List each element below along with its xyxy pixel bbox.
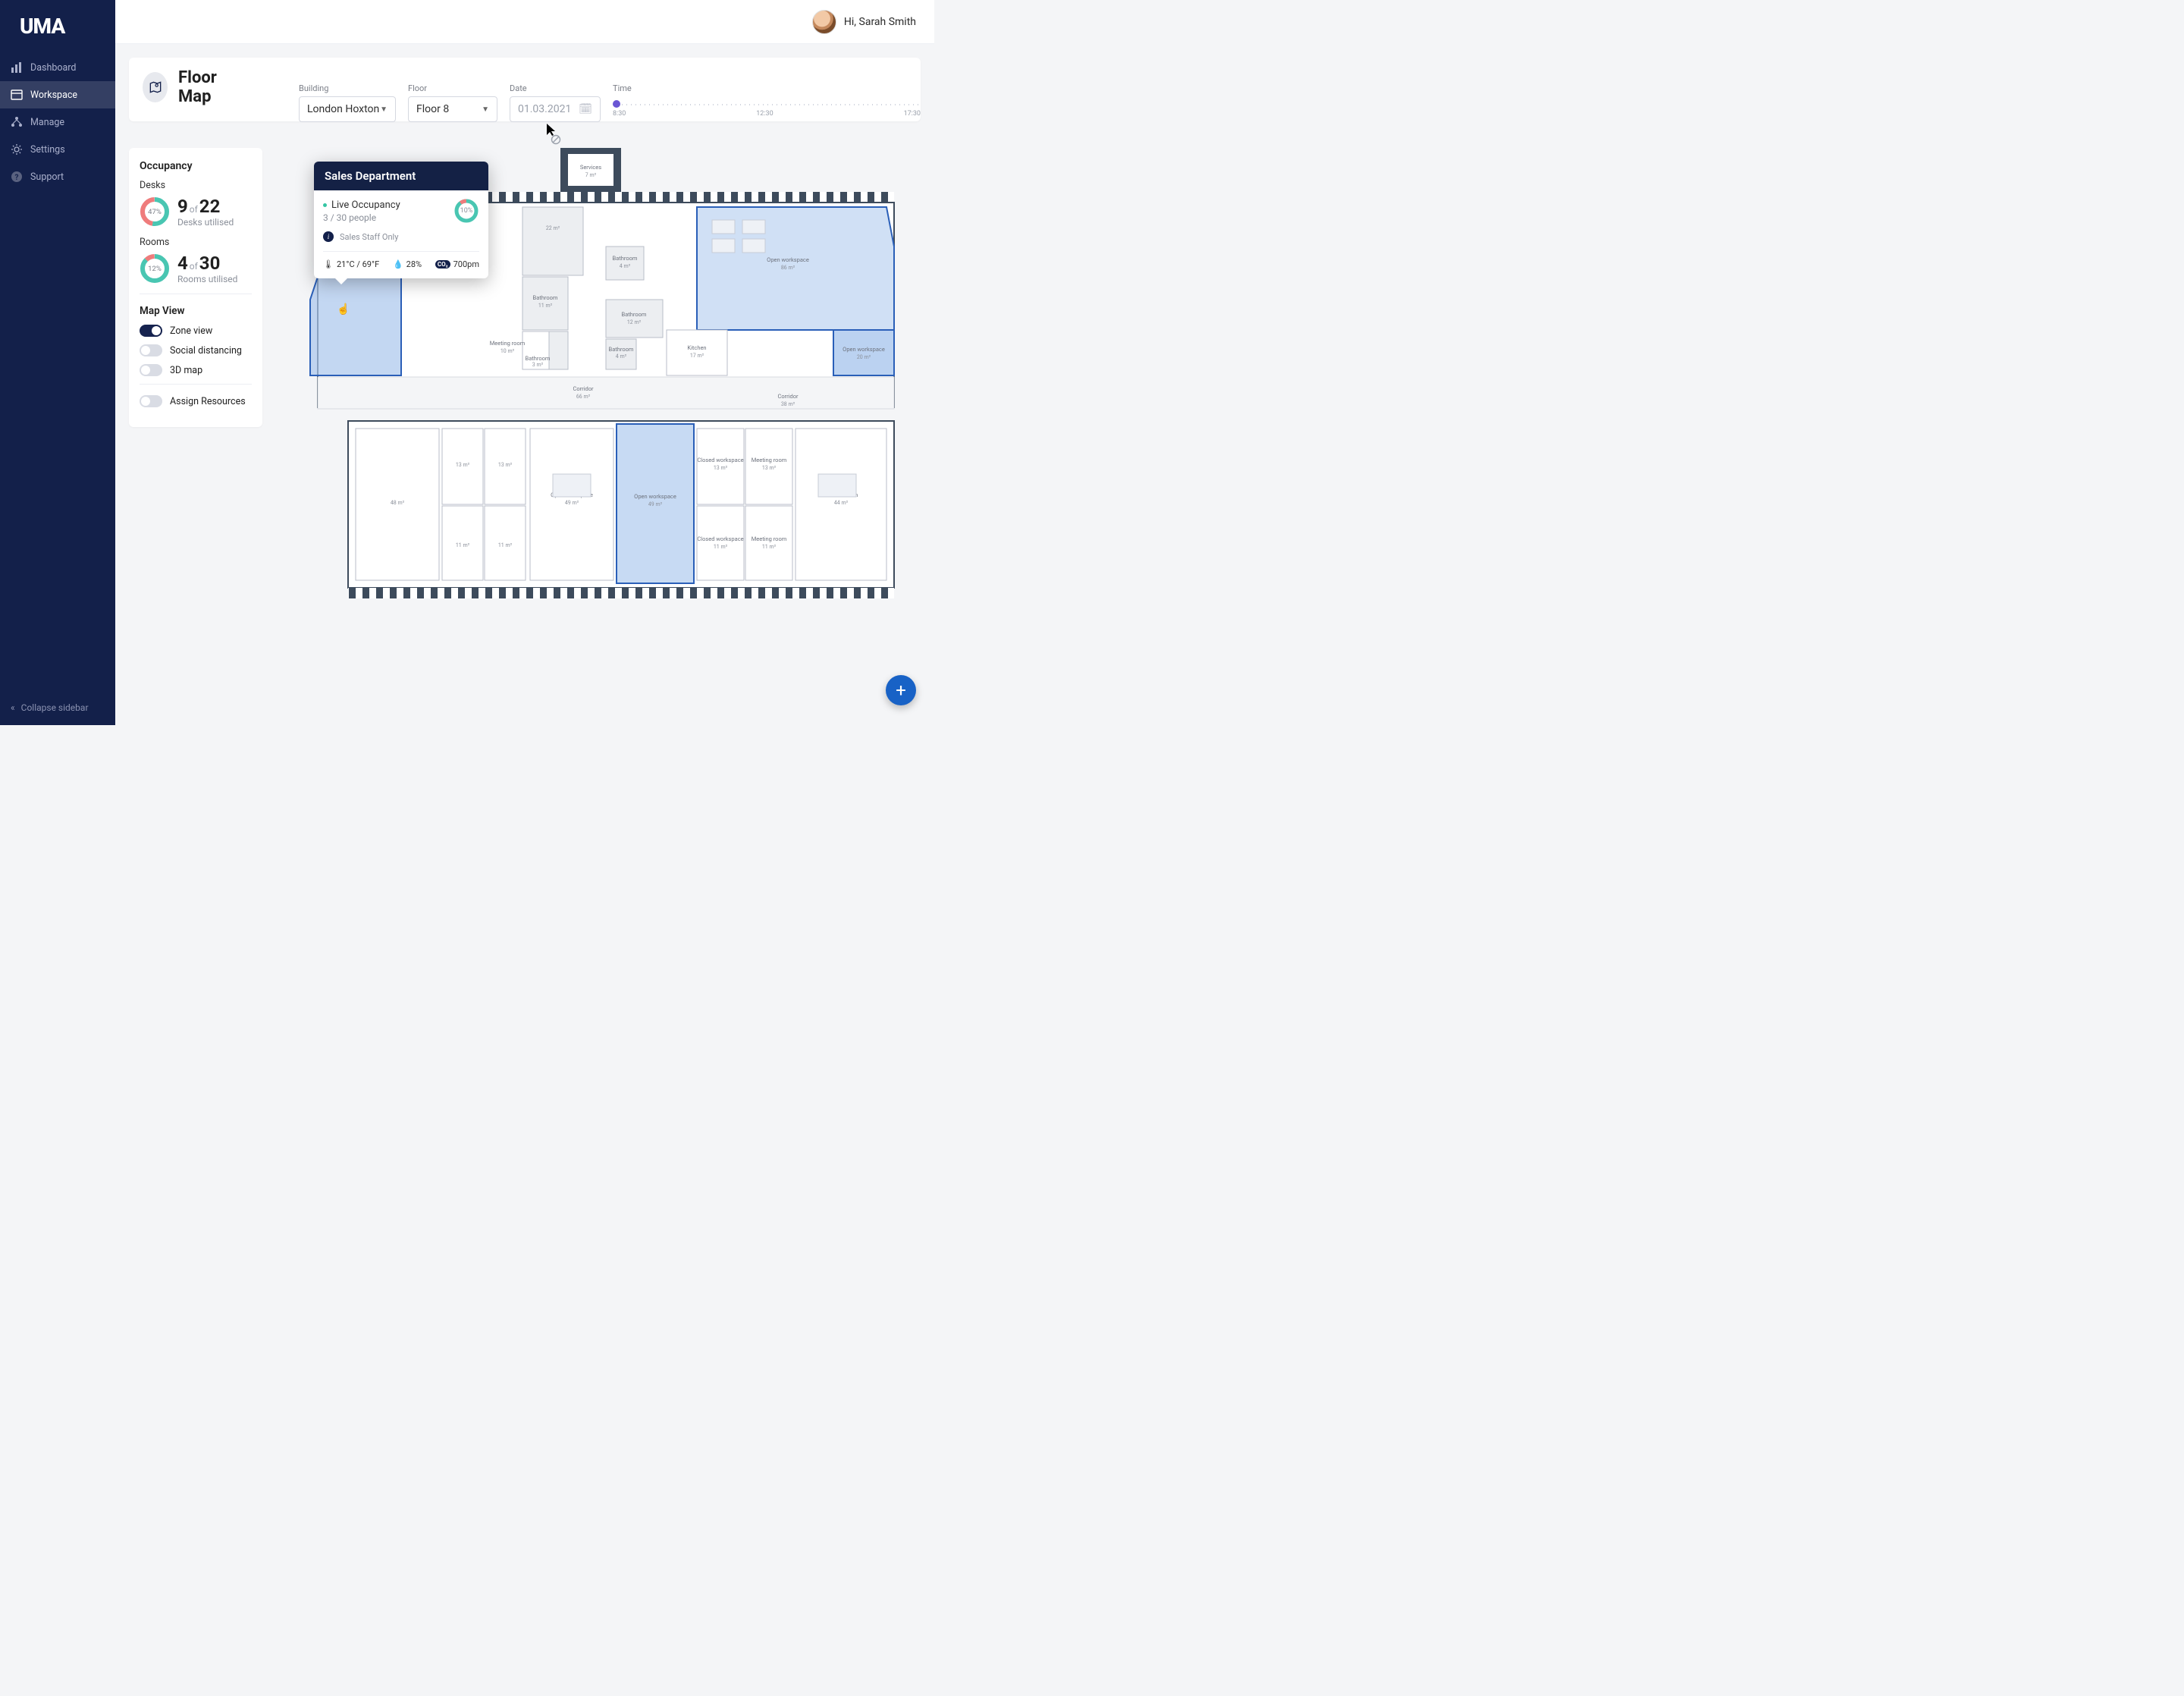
plus-icon: + (896, 680, 906, 701)
svg-text:48 m²: 48 m² (391, 500, 405, 506)
nodes-icon (11, 116, 23, 128)
chevrons-left-icon: « (11, 702, 15, 713)
topbar: Hi, Sarah Smith (115, 0, 934, 44)
brand-logo: UMA (0, 9, 115, 54)
sidebar-item-manage[interactable]: Manage (0, 108, 115, 136)
droplet-icon: 💧 (393, 259, 403, 269)
sidebar-item-support[interactable]: ? Support (0, 163, 115, 190)
sidebar-item-dashboard[interactable]: Dashboard (0, 54, 115, 81)
svg-text:Meeting room: Meeting room (752, 457, 787, 463)
svg-text:13 m²: 13 m² (762, 465, 777, 471)
svg-text:Closed workspace: Closed workspace (697, 535, 743, 542)
svg-text:Bathroom: Bathroom (533, 294, 558, 301)
fab-add-button[interactable]: + (886, 675, 916, 705)
toggle-zone-view[interactable] (140, 325, 162, 337)
svg-text:Open workspace: Open workspace (843, 346, 885, 353)
svg-text:Bathroom: Bathroom (609, 346, 634, 353)
svg-text:10 m²: 10 m² (500, 348, 515, 354)
live-dot-icon (323, 203, 327, 207)
svg-text:Kitchen: Kitchen (687, 344, 706, 351)
svg-text:13 m²: 13 m² (456, 462, 470, 468)
live-occupancy-ring: 10% (453, 198, 479, 224)
desks-ring: 47% (140, 196, 170, 227)
calendar-icon: 🗓 (579, 103, 592, 115)
svg-text:11 m²: 11 m² (714, 544, 728, 550)
svg-text:Closed workspace: Closed workspace (697, 457, 743, 463)
svg-text:20 m²: 20 m² (857, 354, 871, 360)
svg-text:Open workspace: Open workspace (767, 256, 809, 263)
rooms-label: Rooms (140, 237, 252, 248)
svg-text:7 m²: 7 m² (585, 172, 597, 178)
time-slider[interactable]: 8:30 12:30 17:30 (613, 96, 921, 122)
svg-text:Corridor: Corridor (777, 393, 799, 400)
svg-text:Meeting room: Meeting room (752, 535, 787, 542)
occupancy-card: Occupancy Desks 47% 9of22 Desks utilised… (129, 148, 262, 427)
svg-text:17 m²: 17 m² (690, 353, 704, 359)
svg-text:13 m²: 13 m² (714, 465, 728, 471)
building-select[interactable]: London Hoxton ▼ (299, 96, 396, 122)
occupancy-title: Occupancy (140, 160, 252, 172)
toggle-assign-resources[interactable] (140, 395, 162, 407)
floor-label: Floor (408, 83, 497, 93)
popup-title: Sales Department (314, 162, 488, 190)
svg-text:11 m²: 11 m² (762, 544, 777, 550)
svg-text:49 m²: 49 m² (648, 501, 663, 507)
rooms-ring: 12% (140, 253, 170, 284)
time-label: Time (613, 83, 921, 93)
sidebar: UMA Dashboard Workspace Manage Settings (0, 0, 115, 725)
zone-popup: Sales Department Live Occupancy 3 / 30 p… (314, 162, 488, 278)
svg-text:11 m²: 11 m² (456, 542, 470, 548)
question-icon: ? (11, 171, 23, 183)
toggle-3d-map[interactable] (140, 364, 162, 376)
mapview-title: Map View (140, 305, 252, 317)
collapse-sidebar[interactable]: « Collapse sidebar (0, 690, 115, 725)
chevron-down-icon: ▼ (482, 105, 489, 114)
svg-text:Bathroom: Bathroom (526, 355, 551, 362)
floor-select[interactable]: Floor 8 ▼ (408, 96, 497, 122)
svg-text:?: ? (15, 174, 19, 182)
sidebar-item-workspace[interactable]: Workspace (0, 81, 115, 108)
svg-text:12 m²: 12 m² (627, 319, 642, 325)
avatar[interactable] (812, 10, 836, 34)
svg-text:44 m²: 44 m² (834, 500, 849, 506)
chevron-down-icon: ▼ (380, 105, 388, 114)
building-label: Building (299, 83, 396, 93)
svg-text:Meeting room: Meeting room (490, 340, 526, 347)
svg-text:86 m²: 86 m² (781, 265, 795, 271)
svg-text:3 m²: 3 m² (532, 362, 544, 368)
thermometer-icon: 🌡 (323, 259, 334, 269)
svg-text:Services: Services (580, 164, 601, 171)
svg-text:Bathroom: Bathroom (613, 255, 638, 262)
sidebar-item-label: Settings (30, 144, 65, 155)
svg-text:66 m²: 66 m² (576, 394, 591, 400)
co2-icon: CO₂ (435, 260, 450, 269)
date-input[interactable]: 01.03.2021 🗓 (510, 96, 601, 122)
date-label: Date (510, 83, 601, 93)
svg-text:11 m²: 11 m² (498, 542, 513, 548)
greeting: Hi, Sarah Smith (844, 16, 916, 28)
svg-text:Corridor: Corridor (573, 385, 594, 392)
sidebar-item-label: Manage (30, 117, 64, 128)
sidebar-item-label: Workspace (30, 90, 77, 101)
info-icon: i (323, 231, 334, 242)
sidebar-item-label: Dashboard (30, 62, 76, 74)
svg-text:4 m²: 4 m² (616, 353, 627, 360)
bars-icon (11, 61, 23, 74)
svg-text:22 m²: 22 m² (546, 225, 560, 231)
svg-text:13 m²: 13 m² (498, 462, 513, 468)
svg-text:Open workspace: Open workspace (634, 493, 676, 500)
floorplan[interactable]: Services 7 m² Open workspace 86 m² (276, 148, 921, 725)
svg-text:38 m²: 38 m² (781, 401, 795, 407)
desks-label: Desks (140, 180, 252, 191)
gear-icon (11, 143, 23, 155)
toggle-social-distancing[interactable] (140, 344, 162, 356)
sidebar-item-label: Support (30, 171, 64, 183)
svg-text:11 m²: 11 m² (538, 303, 553, 309)
sidebar-item-settings[interactable]: Settings (0, 136, 115, 163)
svg-text:4 m²: 4 m² (620, 263, 631, 269)
svg-text:Bathroom: Bathroom (622, 311, 647, 318)
svg-text:49 m²: 49 m² (565, 500, 579, 506)
layout-icon (11, 89, 23, 101)
